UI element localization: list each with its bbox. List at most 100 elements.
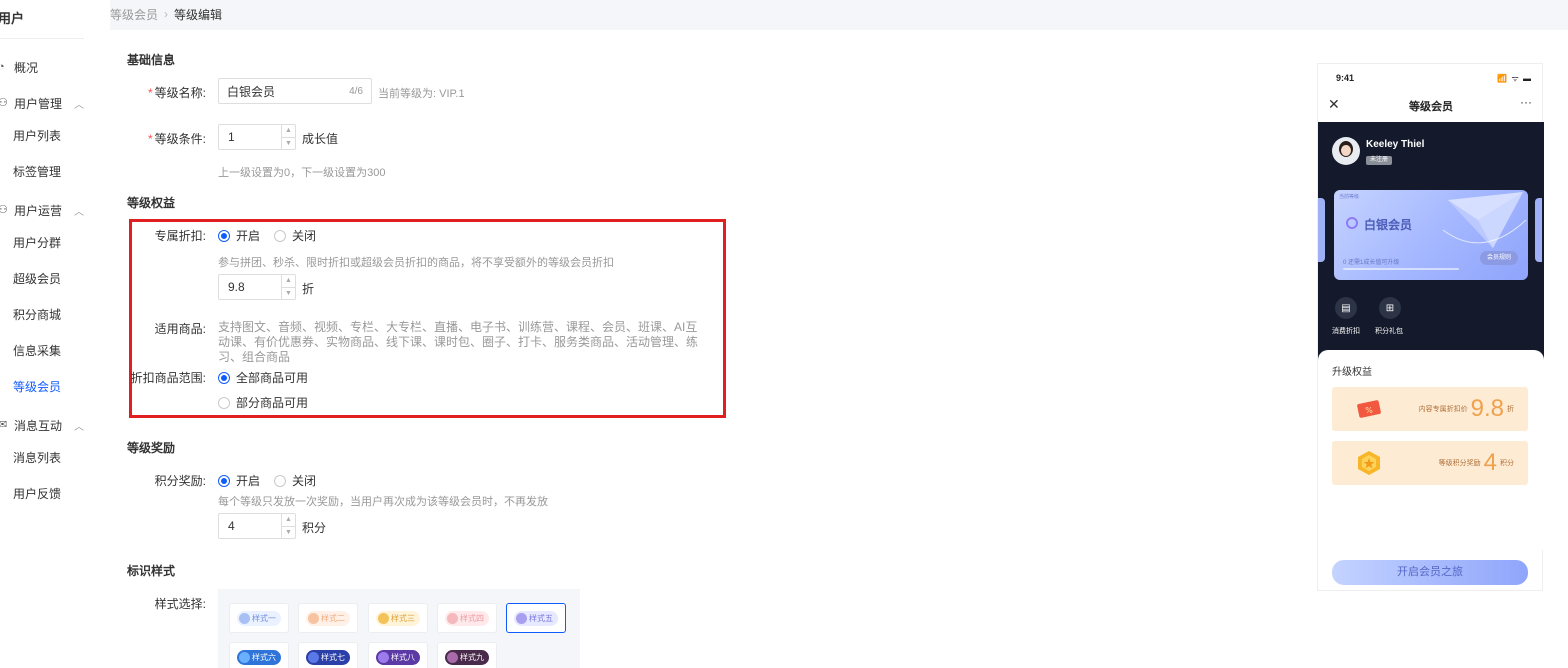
svg-text:%: % bbox=[1365, 406, 1373, 415]
style-badge: 样式八 bbox=[376, 649, 420, 665]
stepper-up-icon[interactable]: ▲ bbox=[282, 275, 295, 287]
style-badge: 样式六 bbox=[237, 649, 281, 665]
breadcrumb: 等级会员 › 等级编辑 bbox=[110, 0, 222, 28]
more-icon[interactable]: ··· bbox=[1520, 95, 1532, 109]
sidebar-item-label: 概况 bbox=[14, 60, 39, 75]
scope-label: 折扣商品范围: bbox=[130, 371, 206, 385]
start-membership-button[interactable]: 开启会员之旅 bbox=[1332, 560, 1528, 585]
discount-on-radio[interactable]: 开启 bbox=[218, 227, 260, 244]
char-count: 4/6 bbox=[349, 85, 363, 97]
badge-icon bbox=[378, 612, 389, 624]
member-rules-button[interactable]: 会员规则 bbox=[1479, 251, 1518, 265]
style-option[interactable]: 样式三 bbox=[368, 603, 428, 633]
style-badge: 样式三 bbox=[376, 610, 420, 626]
badge-icon bbox=[239, 612, 250, 624]
stepper-up-icon[interactable]: ▲ bbox=[282, 514, 295, 526]
user-name: Keeley Thiel bbox=[1366, 139, 1425, 150]
goods-text: 支持图文、音频、视频、专栏、大专栏、直播、电子书、训练营、课程、会员、班课、AI… bbox=[218, 320, 699, 364]
card-level-name: 白银会员 bbox=[1364, 218, 1413, 232]
style-option[interactable]: 样式四 bbox=[437, 603, 497, 633]
points-off-radio[interactable]: 关闭 bbox=[274, 472, 316, 489]
user-tag: 未注册 bbox=[1366, 156, 1393, 165]
avatar bbox=[1332, 137, 1360, 165]
sidebar-item-user-segment[interactable]: 用户分群 bbox=[13, 234, 61, 251]
radio-unchecked-icon bbox=[274, 474, 287, 487]
stepper-down-icon[interactable]: ▼ bbox=[282, 525, 295, 539]
sidebar-item-message-list[interactable]: 消息列表 bbox=[13, 449, 61, 466]
badge-icon bbox=[308, 612, 319, 624]
discount-icon[interactable]: ▤ bbox=[1335, 297, 1357, 319]
sidebar-item-feedback[interactable]: 用户反馈 bbox=[13, 485, 61, 502]
section-title-rights: 等级权益 bbox=[127, 196, 176, 210]
level-condition-label: * 等级条件: bbox=[147, 132, 206, 146]
breadcrumb-parent[interactable]: 等级会员 bbox=[110, 6, 158, 23]
badge-icon bbox=[308, 651, 319, 663]
style-badge: 样式一 bbox=[237, 610, 281, 626]
sidebar-group-user-ops[interactable]: ⚇ 用户运营 ︿ bbox=[0, 200, 84, 220]
discount-off-radio[interactable]: 关闭 bbox=[274, 227, 316, 244]
discount-unit: 折 bbox=[302, 282, 315, 296]
sidebar-group-label: 用户运营 bbox=[14, 203, 63, 218]
sidebar-group-label: 消息互动 bbox=[14, 418, 63, 433]
points-on-radio[interactable]: 开启 bbox=[218, 472, 260, 489]
style-option[interactable]: 样式九 bbox=[437, 642, 497, 668]
discount-hint: 参与拼团、秒杀、限时折扣或超级会员折扣的商品，将不享受额外的等级会员折扣 bbox=[218, 257, 614, 269]
user-ops-icon: ⚇ bbox=[0, 204, 8, 216]
sidebar-item-overview[interactable]: ◔ 概况 bbox=[0, 57, 38, 77]
preview-title: 等级会员 bbox=[1409, 101, 1453, 113]
points-label: 积分奖励: bbox=[154, 474, 206, 488]
style-option[interactable]: 样式一 bbox=[229, 603, 289, 633]
benefit-discount-unit: 折 bbox=[1507, 406, 1514, 413]
sidebar-item-user-list[interactable]: 用户列表 bbox=[13, 127, 61, 144]
sidebar-item-tag-manage[interactable]: 标签管理 bbox=[13, 163, 61, 180]
current-level-hint: 当前等级为: VIP.1 bbox=[378, 88, 465, 100]
sidebar-item-super-member[interactable]: 超级会员 bbox=[13, 270, 61, 287]
points-stepper[interactable]: 4 ▲ ▼ bbox=[218, 513, 296, 539]
style-label: 样式选择: bbox=[154, 597, 206, 611]
section-title-basic: 基础信息 bbox=[127, 53, 176, 67]
discount-radio-group: 开启 关闭 bbox=[218, 227, 330, 244]
style-badge: 样式二 bbox=[306, 610, 350, 626]
chart-pie-icon: ◔ bbox=[0, 61, 5, 73]
sidebar-item-points-mall[interactable]: 积分商城 bbox=[13, 306, 61, 323]
stepper-down-icon[interactable]: ▼ bbox=[282, 286, 295, 300]
card-progress-bar bbox=[1343, 268, 1459, 270]
sidebar-item-level-member[interactable]: 等级会员 bbox=[13, 378, 61, 395]
style-option-selected[interactable]: 样式五 bbox=[506, 603, 566, 633]
highlight-box bbox=[129, 219, 726, 418]
sidebar-group-user-manage[interactable]: ⚇ 用户管理 ︿ bbox=[0, 93, 84, 113]
style-option[interactable]: 样式二 bbox=[298, 603, 358, 633]
condition-unit: 成长值 bbox=[302, 132, 339, 146]
style-badge: 样式四 bbox=[445, 610, 489, 626]
sidebar: 用户 ◔ 概况 ⚇ 用户管理 ︿ 用户列表 标签管理 ⚇ 用户运营 ︿ 用户分群… bbox=[0, 0, 110, 668]
badge-icon bbox=[378, 651, 389, 663]
radio-checked-icon bbox=[218, 371, 230, 384]
scope-part-radio[interactable]: 部分商品可用 bbox=[218, 394, 308, 411]
gift-icon[interactable]: ⊞ bbox=[1379, 297, 1401, 319]
card-peek-right bbox=[1535, 198, 1542, 262]
sidebar-group-message[interactable]: ✉ 消息互动 ︿ bbox=[0, 415, 84, 435]
style-option[interactable]: 样式七 bbox=[298, 642, 358, 668]
scope-all-radio[interactable]: 全部商品可用 bbox=[218, 369, 308, 386]
breadcrumb-current: 等级编辑 bbox=[174, 7, 223, 22]
style-option[interactable]: 样式六 bbox=[229, 642, 289, 668]
goods-label: 适用商品: bbox=[154, 322, 206, 336]
gift-icon-label: 积分礼包 bbox=[1375, 328, 1403, 335]
chevron-up-icon: ︿ bbox=[74, 206, 85, 218]
level-condition-stepper[interactable]: 1 ▲ ▼ bbox=[218, 124, 296, 150]
status-icons: 📶 ᯤ ▬ bbox=[1497, 74, 1532, 83]
style-option[interactable]: 样式八 bbox=[368, 642, 428, 668]
stepper-up-icon[interactable]: ▲ bbox=[282, 125, 295, 137]
benefits-title: 升级权益 bbox=[1332, 367, 1372, 378]
paper-plane-icon bbox=[1442, 192, 1527, 248]
benefit-points: 等级积分奖励 4 积分 bbox=[1332, 441, 1528, 485]
benefit-points-value: 4 bbox=[1483, 449, 1497, 476]
radio-checked-icon bbox=[218, 474, 230, 487]
stepper-down-icon[interactable]: ▼ bbox=[282, 136, 295, 150]
card-current-label: 当前等级 bbox=[1339, 194, 1360, 200]
discount-stepper[interactable]: 9.8 ▲ ▼ bbox=[218, 274, 296, 300]
member-card: 当前等级 白银会员 0 还需1成长值可升级 会员规则 bbox=[1334, 190, 1528, 280]
level-name-input[interactable]: 白银会员 4/6 bbox=[218, 78, 372, 104]
sidebar-item-info-collect[interactable]: 信息采集 bbox=[13, 342, 61, 359]
level-icon bbox=[1346, 217, 1358, 229]
